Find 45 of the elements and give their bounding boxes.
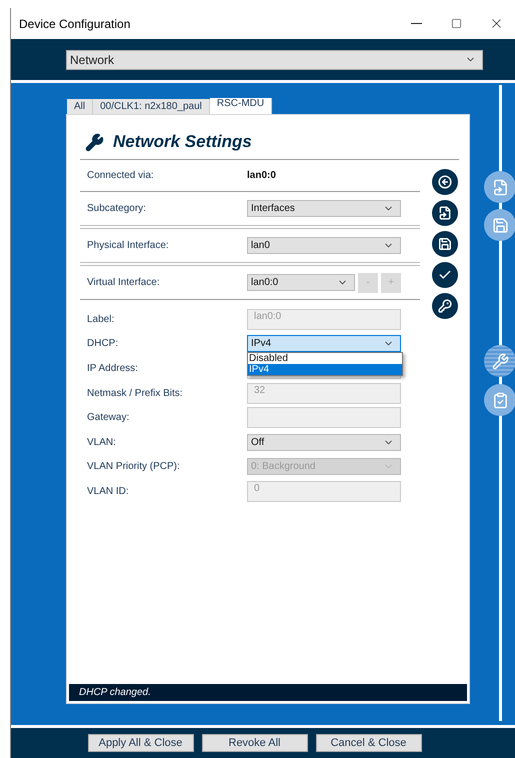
dialog-button[interactable]: Apply All & Close (88, 734, 194, 752)
field-label: VLAN Priority (PCP): (86, 461, 181, 472)
key-button[interactable] (432, 293, 458, 319)
dialog-button[interactable]: Revoke All (202, 734, 308, 752)
field-label: DHCP: (86, 338, 120, 350)
key-icon (438, 299, 452, 313)
field-label: VLAN: (86, 436, 117, 448)
status-bar: DHCP changed. (69, 684, 467, 701)
connection-value: lan0:0 (247, 170, 276, 181)
tab[interactable]: RSC-MDU (210, 98, 272, 114)
dropdown[interactable]: lan0:0 (247, 274, 355, 291)
field-label: Netmask / Prefix Bits: (86, 388, 184, 399)
checklist-button[interactable] (484, 384, 515, 416)
clipboard-check-icon (492, 392, 508, 408)
dropdown[interactable]: lan0 (247, 237, 401, 254)
save-button[interactable] (432, 231, 458, 257)
dropdown-option[interactable]: IPv4 (248, 364, 402, 376)
window-title: Device Configuration (19, 16, 132, 30)
file-arrow-icon (492, 178, 508, 196)
file-arrow-icon (438, 206, 452, 220)
field-label: Virtual Interface: (86, 277, 161, 288)
field-label: Connected via: (86, 170, 155, 181)
wrench-icon (492, 352, 508, 370)
dropdown[interactable]: Interfaces (247, 200, 401, 217)
dropdown[interactable]: Off (247, 434, 401, 451)
dropdown-option[interactable]: Disabled (248, 353, 402, 364)
minimize-icon (410, 23, 422, 24)
wrench-icon (85, 132, 104, 152)
maximize-icon (450, 18, 462, 29)
dialog-button[interactable]: Cancel & Close (316, 734, 422, 752)
panel-title: Network Settings (113, 132, 252, 152)
apply-button[interactable] (432, 262, 458, 288)
field-label: Physical Interface: (86, 240, 170, 251)
field-label: Label: (86, 314, 116, 325)
arrow-left-icon (438, 175, 452, 189)
tab[interactable]: All (67, 99, 94, 114)
tab[interactable]: 00/CLK1: n2x180_paul (93, 99, 210, 114)
category-dropdown[interactable]: Network (66, 50, 483, 70)
back-button[interactable] (432, 169, 458, 195)
field-label: IP Address: (86, 362, 139, 374)
tools-button[interactable] (484, 345, 515, 377)
field-label: Subcategory: (86, 203, 147, 214)
field-label: Gateway: (86, 412, 130, 424)
reload-button[interactable] (432, 200, 458, 226)
field-label: VLAN ID: (86, 486, 130, 497)
